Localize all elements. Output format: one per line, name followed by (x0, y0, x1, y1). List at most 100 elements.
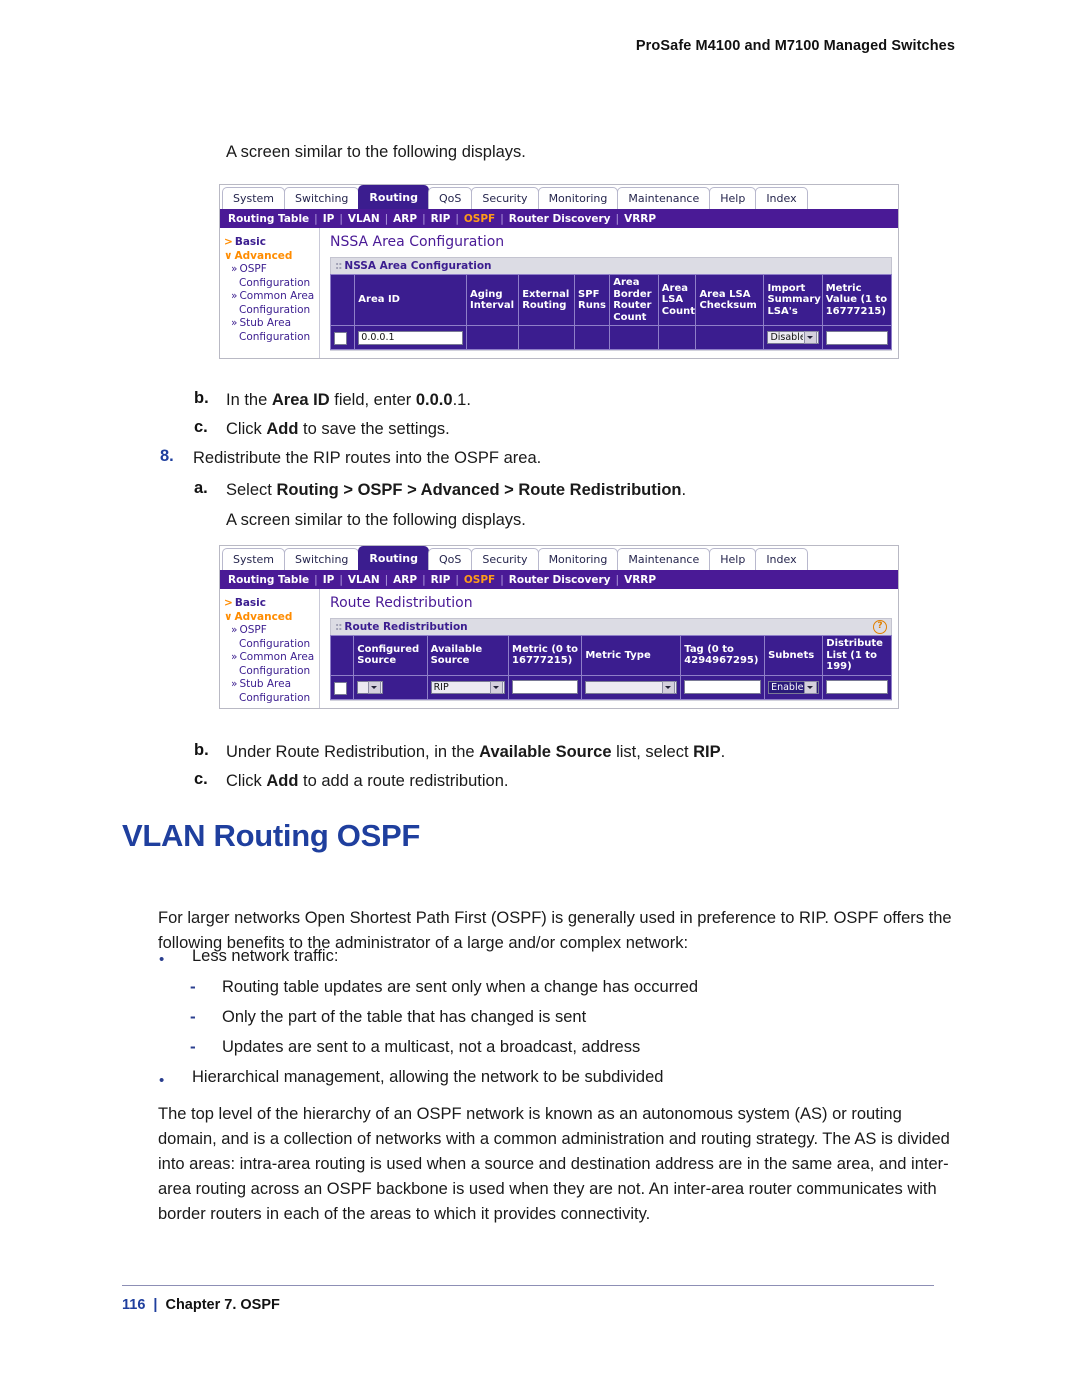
ss2-tab-security[interactable]: Security (471, 548, 539, 570)
ss1-tab-switching[interactable]: Switching (284, 187, 360, 209)
ss1-subnav-rip[interactable]: RIP (431, 213, 451, 225)
chevron-down-icon[interactable] (490, 680, 504, 694)
ss1-tab-routing[interactable]: Routing (358, 185, 430, 209)
ss1-cell-metric-value (821, 325, 893, 350)
ss1-subnav-ospf[interactable]: OSPF (464, 213, 495, 225)
metric-input[interactable] (512, 680, 579, 694)
ss2-tab-routing[interactable]: Routing (358, 546, 430, 570)
metric-type-select[interactable] (585, 680, 678, 694)
tag-input[interactable] (684, 680, 762, 694)
chevron-down-icon[interactable] (368, 680, 382, 694)
step-c2-pre: Click (226, 772, 267, 790)
ss1-subnav-divider: | (422, 212, 426, 225)
ss2-col-distribute-list: Distribute List (1 to 199) (822, 635, 892, 676)
page-title: VLAN Routing OSPF (122, 818, 420, 853)
ss2-tab-system[interactable]: System (222, 548, 286, 570)
ss1-sidebar-item-common-area-configuration[interactable]: Configuration (224, 304, 319, 318)
ss2-sidebar-item-basic[interactable]: > Basic (224, 597, 319, 611)
ss2-subnav-rip[interactable]: RIP (431, 574, 451, 586)
metric-value-input[interactable] (825, 330, 888, 345)
ss1-tab-monitoring[interactable]: Monitoring (537, 187, 619, 209)
bullet-marker: • (159, 951, 165, 968)
ss1-col-area-border-router-count: Area Border Router Count (609, 274, 659, 326)
ss2-tab-switching[interactable]: Switching (284, 548, 360, 570)
ss1-tab-system[interactable]: System (222, 187, 286, 209)
subbullet-multicast-updates: Updates are sent to a multicast, not a b… (222, 1038, 641, 1056)
row-checkbox[interactable] (334, 681, 347, 695)
step-a2-pre: Select (226, 481, 277, 499)
step-b2-bold-available-source: Available Source (479, 743, 612, 761)
step-b1-bold-area-id: Area ID (271, 391, 330, 409)
ss1-cell-area-id: 0.0.0.1 (354, 325, 467, 350)
ss1-table-bottom-edge (330, 350, 892, 358)
ss2-subnav-arp[interactable]: ARP (393, 574, 417, 586)
ss2-subnav-vlan[interactable]: VLAN (348, 574, 380, 586)
distribute-list-input[interactable] (826, 680, 888, 694)
ss1-sidebar-item-basic[interactable]: > Basic (224, 236, 319, 250)
ss2-subnav-routing-table[interactable]: Routing Table (228, 574, 309, 586)
ss2-tab-monitoring[interactable]: Monitoring (537, 548, 619, 570)
step-c2-marker: c. (194, 770, 208, 788)
step-b1-bold-value: 0.0.0 (415, 391, 453, 409)
ss1-sidebar-item-ospf[interactable]: » OSPF (224, 263, 319, 277)
import-summary-lsas-select[interactable]: Disable (767, 331, 819, 344)
ss1-subnav-vlan[interactable]: VLAN (348, 213, 380, 225)
ss1-sidebar-label-advanced: Advanced (234, 249, 293, 262)
configured-source-select[interactable] (357, 680, 384, 694)
ss1-body: > Basic ∨ Advanced » OSPF Configuration » Co… (220, 228, 898, 358)
ss1-tab-maintenance[interactable]: Maintenance (617, 187, 711, 209)
ss1-panel-title: NSSA Area Configuration (344, 260, 492, 272)
ss2-subnav-ip[interactable]: IP (323, 574, 335, 586)
ss1-sidebar-item-stub-area[interactable]: » Stub Area (224, 317, 319, 331)
ss1-subnav-arp[interactable]: ARP (393, 213, 417, 225)
step-b1-post: .1. (452, 391, 471, 409)
chevron-down-icon[interactable] (662, 680, 676, 694)
ss1-tab-qos[interactable]: QoS (428, 187, 473, 209)
dash-marker: - (190, 977, 196, 996)
ss1-sidebar-item-advanced[interactable]: ∨ Advanced (224, 250, 319, 264)
ss2-sidebar-item-advanced[interactable]: ∨ Advanced (224, 611, 319, 625)
ss2-sidebar-item-stub-area[interactable]: » Stub Area (224, 678, 319, 692)
ss1-subnav-divider: | (455, 212, 459, 225)
area-id-input[interactable]: 0.0.0.1 (358, 330, 463, 345)
step-b1-marker: b. (194, 389, 209, 407)
ss1-sidebar-item-ospf-configuration[interactable]: Configuration (224, 277, 319, 291)
ss1-subnav-ip[interactable]: IP (323, 213, 335, 225)
ss1-table: Area ID Aging Interval External Routing … (329, 274, 893, 350)
ss1-tab-security[interactable]: Security (471, 187, 539, 209)
row-checkbox[interactable] (334, 332, 347, 345)
available-source-select[interactable]: RIP (430, 680, 506, 694)
ss1-subnav-vrrp[interactable]: VRRP (624, 213, 656, 225)
chevron-down-icon[interactable] (804, 680, 818, 694)
ss2-sidebar-item-common-area-configuration[interactable]: Configuration (224, 665, 319, 679)
ss2-tab-help[interactable]: Help (709, 548, 757, 570)
ss1-subnav-router-discovery[interactable]: Router Discovery (509, 213, 611, 225)
ss1-sidebar: > Basic ∨ Advanced » OSPF Configuration » Co… (220, 228, 320, 358)
ss1-sidebar-item-stub-area-configuration[interactable]: Configuration (224, 331, 319, 345)
chevron-down-icon[interactable] (803, 331, 817, 344)
ss2-tab-index[interactable]: Index (755, 548, 808, 570)
ss2-tab-maintenance[interactable]: Maintenance (617, 548, 711, 570)
ss2-sidebar-item-ospf-configuration[interactable]: Configuration (224, 638, 319, 652)
ss1-tab-help[interactable]: Help (709, 187, 757, 209)
chevron-down-icon: ∨ (224, 610, 233, 623)
ss1-sidebar-item-common-area[interactable]: » Common Area (224, 290, 319, 304)
ss2-sidebar-item-ospf[interactable]: » OSPF (224, 624, 319, 638)
subnets-select[interactable]: Enable (768, 680, 820, 694)
intro-text-2: A screen similar to the following displa… (226, 511, 526, 529)
bullet-marker: • (159, 1072, 165, 1089)
ss2-subnav-ospf[interactable]: OSPF (464, 574, 495, 586)
ss2-subnav-divider: | (314, 573, 318, 586)
ss2-subnav-router-discovery[interactable]: Router Discovery (509, 574, 611, 586)
ss2-tab-qos[interactable]: QoS (428, 548, 473, 570)
ss2-subnav-vrrp[interactable]: VRRP (624, 574, 656, 586)
ss2-main: Route Redistribution :: Route Redistribut… (320, 589, 898, 708)
ss2-sidebar-item-common-area[interactable]: » Common Area (224, 651, 319, 665)
ss1-subnav-routing-table[interactable]: Routing Table (228, 213, 309, 225)
chevron-down-icon: ∨ (224, 249, 233, 262)
ss1-cell-aging-interval (465, 325, 520, 350)
ss2-col-metric: Metric (0 to 16777215) (508, 635, 583, 676)
ss1-tab-index[interactable]: Index (755, 187, 808, 209)
help-icon[interactable]: ? (873, 620, 887, 634)
ss2-sidebar-item-stub-area-configuration[interactable]: Configuration (224, 692, 319, 706)
